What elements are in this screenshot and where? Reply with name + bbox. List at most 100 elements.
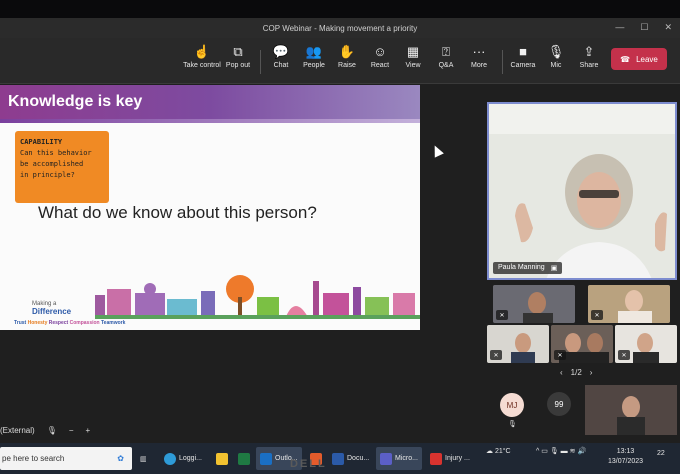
edge-icon bbox=[164, 452, 176, 465]
notification-count: 22 bbox=[657, 450, 665, 457]
pdf-icon bbox=[430, 452, 442, 465]
clock-date: 13/07/2023 bbox=[608, 458, 644, 465]
taskbar-app-edge[interactable]: Loggi... bbox=[160, 447, 206, 470]
battery-icon[interactable]: ▬ bbox=[561, 448, 568, 455]
participant-tile[interactable]: ✕ bbox=[487, 325, 549, 363]
qa-label: Q&A bbox=[438, 62, 454, 69]
sticky-note-line: in principle? bbox=[20, 171, 75, 179]
hand-pointer-icon: ☝ bbox=[193, 44, 211, 59]
file-explorer-icon[interactable] bbox=[212, 447, 232, 470]
pop-out-button[interactable]: ⧉ Pop out bbox=[218, 44, 258, 69]
taskbar-app-label: Injury ... bbox=[445, 455, 470, 462]
ellipsis-icon: ··· bbox=[472, 44, 486, 59]
value-label: Honesty bbox=[27, 320, 48, 326]
grid-icon: ▦ bbox=[406, 44, 420, 59]
search-placeholder: pe here to search bbox=[2, 454, 65, 463]
participant-tile[interactable]: ✕ bbox=[615, 325, 677, 363]
values-strip: Trust Honesty Respect Compassion Teamwor… bbox=[14, 320, 125, 326]
pop-out-icon: ⧉ bbox=[233, 44, 243, 59]
taskbar-app-label: Micro... bbox=[395, 455, 418, 462]
weather-widget[interactable]: ☁ 21°C bbox=[486, 447, 511, 455]
excel-logo-icon bbox=[238, 452, 250, 465]
take-control-button[interactable]: ☝ Take control bbox=[182, 44, 222, 69]
share-label: Share bbox=[579, 62, 599, 69]
participant-tile[interactable]: ✕ bbox=[551, 325, 613, 363]
leave-button[interactable]: ☎ Leave bbox=[611, 48, 667, 70]
title-bar: COP Webinar - Making movement a priority… bbox=[0, 18, 680, 38]
value-label: Respect bbox=[48, 320, 69, 326]
slide-title: Knowledge is key bbox=[0, 85, 420, 119]
chat-icon: 💬 bbox=[272, 44, 290, 59]
windows-taskbar: pe here to search ✿ ▥ Loggi... Outlo... … bbox=[0, 443, 680, 474]
tray-mic-icon[interactable]: 🎙 bbox=[550, 448, 559, 455]
taskbar-search[interactable]: pe here to search ✿ bbox=[0, 447, 132, 470]
close-icon[interactable]: ✕ bbox=[664, 22, 672, 33]
search-highlight-icon: ✿ bbox=[117, 454, 124, 463]
participant-tile[interactable]: ✕ bbox=[493, 285, 575, 323]
dell-logo: DELL bbox=[290, 458, 327, 470]
camera-icon: ■ bbox=[519, 44, 527, 59]
more-participants-count[interactable]: 99 bbox=[547, 392, 571, 416]
mic-muted-icon: ✕ bbox=[496, 310, 508, 320]
slide-title-stripe bbox=[0, 119, 420, 123]
external-participant-bar: (External) 🎙 − + bbox=[0, 426, 90, 435]
taskbar-app-word[interactable]: Docu... bbox=[328, 447, 373, 470]
presenter-video[interactable]: Paula Manning ▣ bbox=[487, 102, 677, 280]
clock-time: 13:13 bbox=[616, 448, 635, 455]
minimize-icon[interactable]: — bbox=[615, 22, 624, 33]
sticky-note-line: be accomplished bbox=[20, 160, 84, 168]
smiley-icon: ☺ bbox=[373, 44, 387, 59]
participant-tile[interactable]: ✕ bbox=[588, 285, 670, 323]
next-page-icon[interactable]: › bbox=[590, 368, 593, 377]
taskbar-app-label: Loggi... bbox=[179, 455, 202, 462]
taskbar-clock[interactable]: 13:13 13/07/2023 bbox=[608, 447, 643, 467]
participant-avatar[interactable]: MJ bbox=[500, 393, 524, 417]
raise-label: Raise bbox=[338, 62, 356, 69]
more-button[interactable]: ··· More bbox=[459, 44, 499, 69]
window-controls: — ☐ ✕ bbox=[615, 22, 672, 33]
wifi-icon[interactable]: ≋ bbox=[570, 448, 576, 455]
sticky-note-line: Can this behavior bbox=[20, 149, 92, 157]
plus-icon[interactable]: + bbox=[86, 426, 91, 435]
people-label: People bbox=[303, 62, 325, 69]
mic-label: Mic bbox=[550, 62, 562, 69]
sticky-note-heading: CAPABILITY bbox=[20, 138, 63, 146]
presenter-name: Paula Manning bbox=[498, 264, 545, 271]
self-video-feed bbox=[585, 385, 677, 435]
minus-icon[interactable]: − bbox=[69, 426, 74, 435]
share-button[interactable]: ⇪ Share bbox=[569, 44, 609, 69]
mic-muted-icon: ✕ bbox=[591, 310, 603, 320]
city-skyline-illustration bbox=[95, 275, 420, 319]
presenter-name-tag: Paula Manning ▣ bbox=[493, 262, 563, 274]
sticky-note: CAPABILITY Can this behavior be accompli… bbox=[15, 131, 109, 203]
volume-icon[interactable]: 🔊 bbox=[577, 448, 586, 455]
qa-icon: ⍰ bbox=[442, 44, 450, 59]
task-view-icon[interactable]: ▥ bbox=[136, 447, 151, 470]
mic-muted-icon: ✕ bbox=[490, 350, 502, 360]
window-title: COP Webinar - Making movement a priority bbox=[262, 23, 418, 33]
leave-label: Leave bbox=[636, 54, 658, 64]
chevron-up-icon[interactable]: ^ bbox=[536, 448, 539, 455]
notification-center[interactable]: 22 bbox=[657, 450, 665, 457]
self-video[interactable] bbox=[585, 385, 677, 435]
outlook-icon bbox=[260, 452, 272, 465]
presenter-figure bbox=[489, 104, 675, 278]
presenter-badge-icon: ▣ bbox=[550, 265, 558, 272]
word-icon bbox=[332, 452, 344, 465]
taskbar-app-label: Docu... bbox=[347, 455, 370, 462]
react-label: React bbox=[370, 62, 390, 69]
take-control-label: Take control bbox=[183, 62, 221, 69]
slide-question: What do we know about this person? bbox=[38, 203, 317, 222]
prev-page-icon[interactable]: ‹ bbox=[560, 368, 563, 377]
gallery-pager: ‹ 1/2 › bbox=[560, 368, 592, 377]
taskbar-app-teams[interactable]: Micro... bbox=[376, 447, 422, 470]
value-label: Compassion bbox=[69, 320, 100, 326]
tray-app-icon[interactable]: ▭ bbox=[541, 448, 548, 455]
taskbar-app-pdf[interactable]: Injury ... bbox=[426, 447, 474, 470]
share-icon: ⇪ bbox=[583, 44, 595, 59]
excel-icon[interactable] bbox=[234, 447, 254, 470]
view-label: View bbox=[405, 62, 421, 69]
people-icon: 👥 bbox=[305, 44, 323, 59]
hand-icon: ✋ bbox=[338, 44, 356, 59]
maximize-icon[interactable]: ☐ bbox=[640, 22, 648, 33]
